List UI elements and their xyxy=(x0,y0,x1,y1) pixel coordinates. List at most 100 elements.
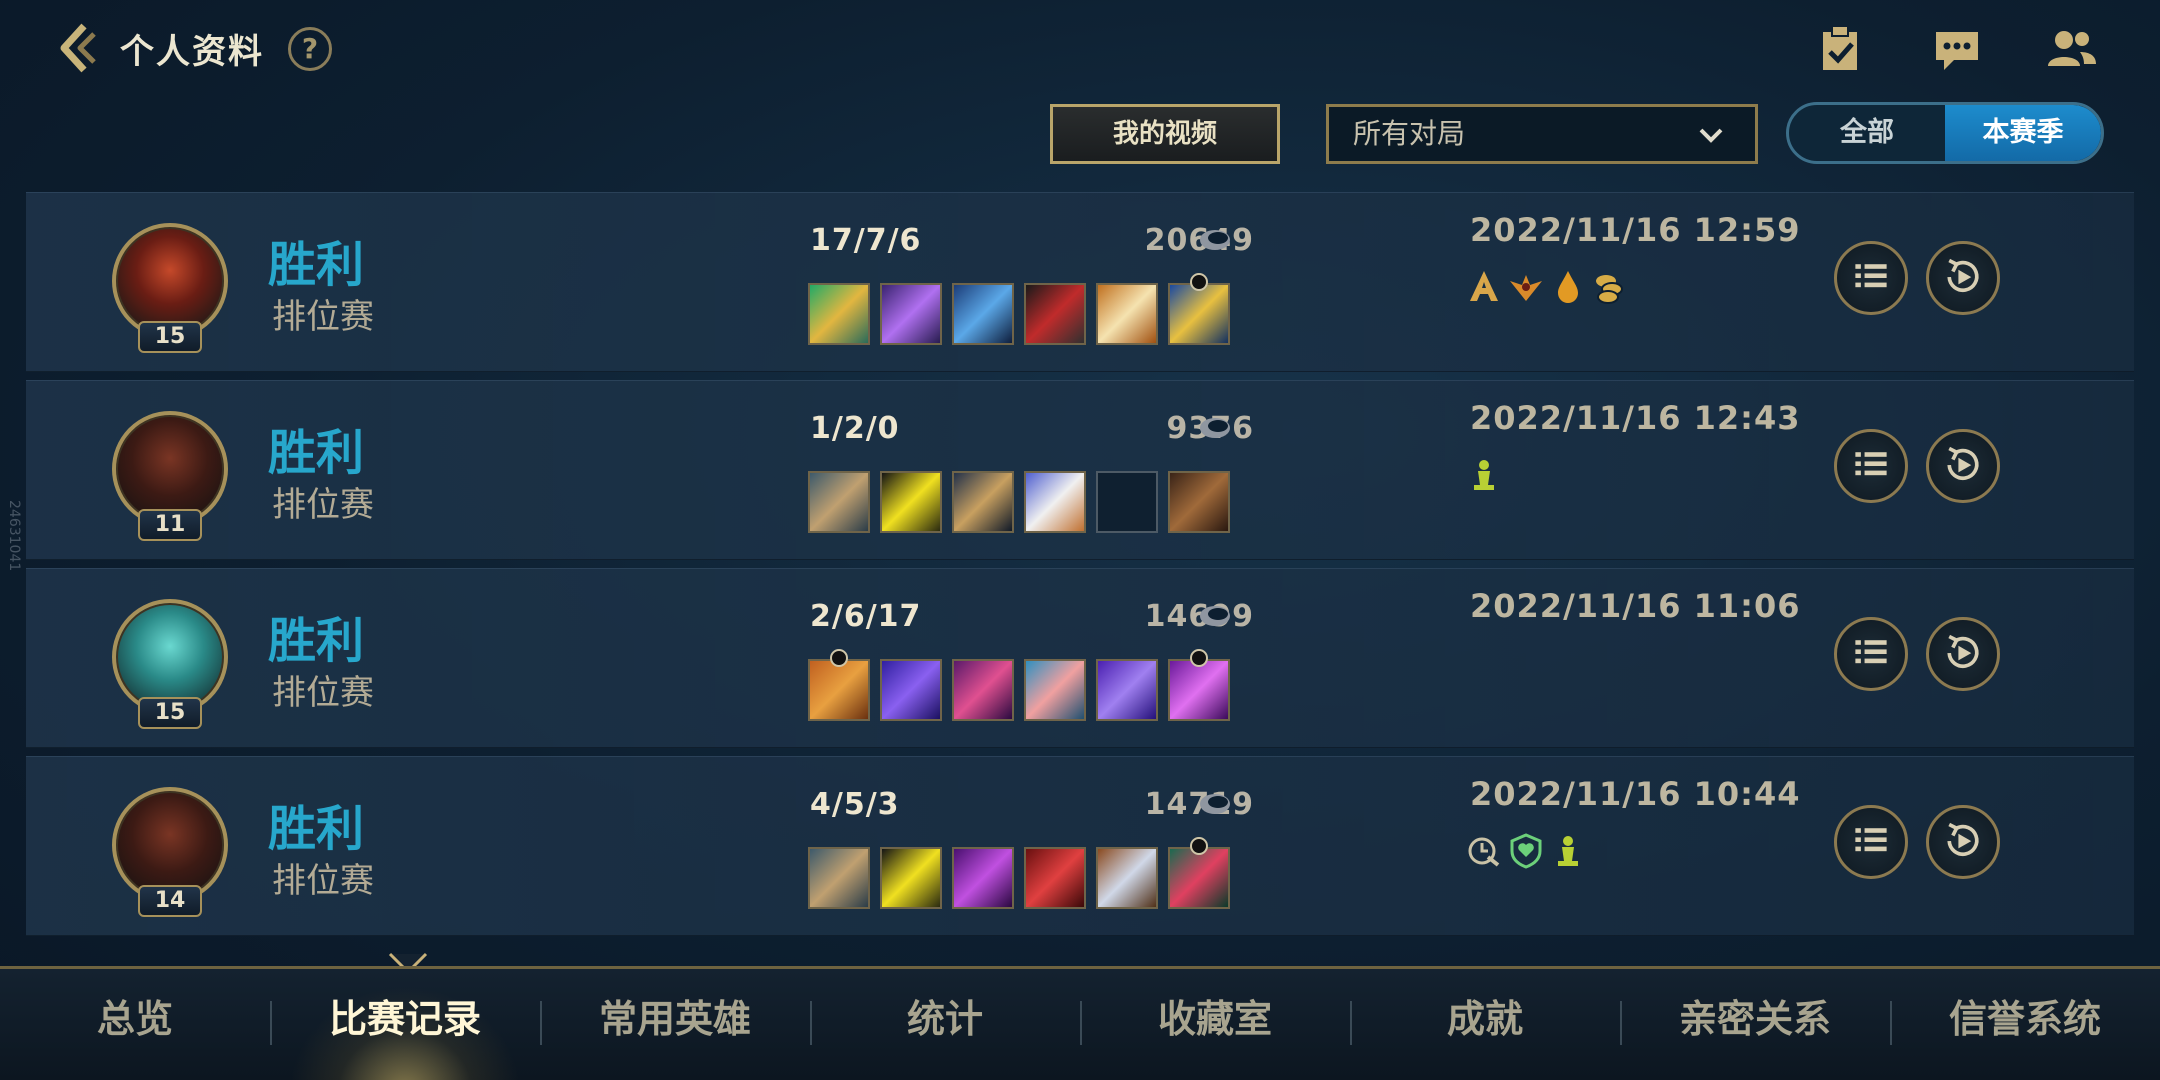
item-slot-empty xyxy=(1096,471,1158,533)
match-mode: 排位赛 xyxy=(272,861,374,901)
item-slot[interactable] xyxy=(952,847,1014,909)
list-icon xyxy=(1855,264,1887,288)
trinket-mark-icon xyxy=(1190,649,1208,667)
tab-overview[interactable]: 总览 xyxy=(0,969,270,1080)
champion-level: 11 xyxy=(138,509,202,541)
winged-crest-icon xyxy=(1510,275,1542,301)
match-row[interactable]: 15 胜利 排位赛 17/7/6 20649 2022/11/16 12:59 xyxy=(26,192,2134,372)
match-detail-button[interactable] xyxy=(1834,429,1908,503)
trinket-mark-icon xyxy=(830,649,848,667)
replay-button[interactable] xyxy=(1926,805,2000,879)
help-icon[interactable]: ? xyxy=(288,27,332,71)
item-slot[interactable] xyxy=(1024,847,1086,909)
item-slot[interactable] xyxy=(1096,283,1158,345)
match-detail-button[interactable] xyxy=(1834,805,1908,879)
match-row[interactable]: 14 胜利 排位赛 4/5/3 14719 2022/11/16 10:44 xyxy=(26,756,2134,936)
gold-icon xyxy=(1200,794,1230,814)
item-slot[interactable] xyxy=(1024,283,1086,345)
season-toggle[interactable]: 全部 本赛季 xyxy=(1786,102,2104,164)
match-mode: 排位赛 xyxy=(272,673,374,713)
match-filter-select[interactable]: 所有对局 xyxy=(1326,104,1758,164)
item-slots xyxy=(808,837,1230,909)
replay-button[interactable] xyxy=(1926,241,2000,315)
item-slot[interactable] xyxy=(1168,471,1230,533)
item-slots xyxy=(808,471,1230,533)
champion-level: 15 xyxy=(138,697,202,729)
achievement-badges xyxy=(1466,455,1502,493)
replay-icon xyxy=(1947,822,1979,857)
item-slot[interactable] xyxy=(808,283,870,345)
item-slot[interactable] xyxy=(952,659,1014,721)
friends-icon[interactable] xyxy=(2044,22,2098,76)
item-slot[interactable] xyxy=(880,471,942,533)
item-slot[interactable] xyxy=(1096,659,1158,721)
match-datetime: 2022/11/16 11:06 xyxy=(1470,587,1801,625)
tab-relationships[interactable]: 亲密关系 xyxy=(1620,969,1890,1080)
item-slot[interactable] xyxy=(1024,659,1086,721)
achievement-badges xyxy=(1466,267,1628,305)
tab-achievements[interactable]: 成就 xyxy=(1350,969,1620,1080)
replay-icon xyxy=(1947,446,1979,481)
item-slot[interactable] xyxy=(1096,847,1158,909)
kda-score: 2/6/17 xyxy=(810,599,922,634)
match-result: 胜利 xyxy=(268,613,365,669)
item-slot[interactable] xyxy=(952,283,1014,345)
item-slot[interactable] xyxy=(808,847,870,909)
item-slot[interactable] xyxy=(1168,649,1230,721)
gold-icon xyxy=(1200,418,1230,438)
item-slot[interactable] xyxy=(1168,273,1230,345)
match-result: 胜利 xyxy=(268,425,365,481)
tab-champions[interactable]: 常用英雄 xyxy=(540,969,810,1080)
match-mode: 排位赛 xyxy=(272,485,374,525)
my-videos-button[interactable]: 我的视频 xyxy=(1050,104,1280,164)
back-icon[interactable] xyxy=(50,20,106,76)
bottom-nav: 总览 比赛记录 常用英雄 统计 收藏室 成就 亲密关系 信誉系统 xyxy=(0,966,2160,1080)
replay-button[interactable] xyxy=(1926,429,2000,503)
tab-match-history[interactable]: 比赛记录 xyxy=(270,969,540,1080)
item-slot[interactable] xyxy=(808,649,870,721)
list-icon xyxy=(1855,828,1887,852)
ward-icon xyxy=(1558,836,1578,866)
match-row[interactable]: 11 胜利 排位赛 1/2/0 9376 2022/11/16 12:43 xyxy=(26,380,2134,560)
match-filter-value: 所有对局 xyxy=(1353,117,1466,150)
item-slot[interactable] xyxy=(880,283,942,345)
timer-icon xyxy=(1468,837,1500,867)
match-datetime: 2022/11/16 10:44 xyxy=(1470,775,1801,813)
toggle-all[interactable]: 全部 xyxy=(1789,105,1945,161)
match-row[interactable]: 15 胜利 排位赛 2/6/17 14699 2022/11/16 11:06 xyxy=(26,568,2134,748)
tab-collection[interactable]: 收藏室 xyxy=(1080,969,1350,1080)
blood-drop-icon xyxy=(1558,271,1578,303)
page-title: 个人资料 xyxy=(120,32,264,72)
trinket-mark-icon xyxy=(1190,273,1208,291)
match-datetime: 2022/11/16 12:43 xyxy=(1470,399,1801,437)
list-icon xyxy=(1855,640,1887,664)
match-mode: 排位赛 xyxy=(272,297,374,337)
kda-score: 1/2/0 xyxy=(810,411,900,446)
champion-level: 15 xyxy=(138,321,202,353)
chat-icon[interactable] xyxy=(1930,22,1984,76)
side-id-text: 24631041 xyxy=(6,500,22,572)
toggle-season[interactable]: 本赛季 xyxy=(1945,105,2101,161)
match-result: 胜利 xyxy=(268,801,365,857)
replay-icon xyxy=(1947,258,1979,293)
match-detail-button[interactable] xyxy=(1834,241,1908,315)
a-rank-icon xyxy=(1470,271,1498,301)
checklist-icon[interactable] xyxy=(1814,22,1868,76)
item-slot[interactable] xyxy=(880,847,942,909)
item-slot[interactable] xyxy=(880,659,942,721)
item-slot[interactable] xyxy=(808,471,870,533)
tab-stats[interactable]: 统计 xyxy=(810,969,1080,1080)
top-bar: 个人资料 ? xyxy=(0,0,2160,100)
list-icon xyxy=(1855,452,1887,476)
item-slot[interactable] xyxy=(952,471,1014,533)
item-slot[interactable] xyxy=(1168,837,1230,909)
achievement-badges xyxy=(1466,831,1586,869)
match-detail-button[interactable] xyxy=(1834,617,1908,691)
trinket-mark-icon xyxy=(1190,837,1208,855)
replay-button[interactable] xyxy=(1926,617,2000,691)
tab-honor-system[interactable]: 信誉系统 xyxy=(1890,969,2160,1080)
gold-icon xyxy=(1200,606,1230,626)
chevron-down-icon xyxy=(1699,128,1723,143)
gold-icon xyxy=(1200,230,1230,250)
item-slot[interactable] xyxy=(1024,471,1086,533)
